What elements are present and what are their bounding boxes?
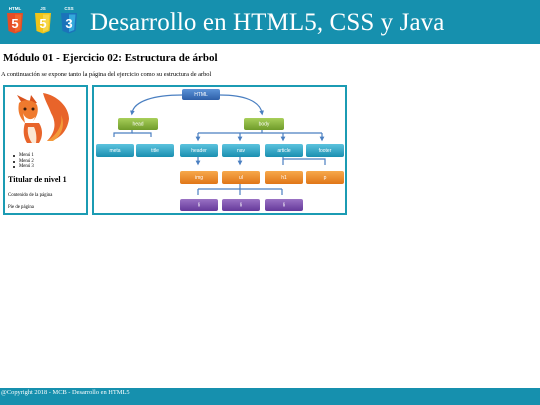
svg-text:head: head: [132, 121, 143, 127]
page-header: HTML 5 JS 5 CSS 3 Desarrollo en HTML5, C…: [0, 0, 540, 44]
svg-text:header: header: [191, 148, 207, 154]
tree-node-li-3: li: [265, 199, 303, 211]
tree-node-img: img: [180, 171, 218, 184]
page-preview-panel: Menú 1 Menú 2 Menú 3 Titular de nivel 1 …: [3, 85, 88, 215]
tree-node-title: title: [136, 144, 174, 157]
page-footer-text: Pie de página: [8, 205, 34, 210]
copyright-text: @Copyright 2018 - MCB - Desarrollo en HT…: [1, 389, 130, 396]
tree-node-article: article: [265, 144, 303, 157]
page-footer: @Copyright 2018 - MCB - Desarrollo en HT…: [0, 388, 540, 405]
tree-node-header: header: [180, 144, 218, 157]
tree-node-li-1: li: [180, 199, 218, 211]
css3-badge-number: 3: [65, 16, 72, 31]
svg-text:ul: ul: [239, 175, 243, 181]
svg-text:li: li: [283, 202, 285, 208]
tree-structure-panel: HTML head body meta title header nav art…: [92, 85, 347, 215]
svg-text:HTML: HTML: [194, 92, 208, 98]
tree-node-ul: ul: [222, 171, 260, 184]
svg-text:li: li: [240, 202, 242, 208]
svg-text:meta: meta: [109, 148, 120, 154]
tree-diagram: HTML head body meta title header nav art…: [96, 89, 344, 211]
html5-badge-number: 5: [11, 16, 18, 31]
html5-badge-icon: HTML 5: [5, 5, 25, 35]
page-content-text: Contenido de la página: [8, 193, 53, 198]
tree-node-html: HTML: [182, 89, 220, 100]
menu-item[interactable]: Menú 3: [13, 164, 34, 170]
svg-text:footer: footer: [319, 148, 332, 154]
tree-node-body: body: [244, 118, 284, 130]
svg-text:h1: h1: [281, 175, 287, 181]
js-badge-icon: JS 5: [33, 5, 53, 35]
svg-text:nav: nav: [237, 148, 246, 154]
js-badge-number: 5: [39, 16, 46, 31]
html5-badge-label: HTML: [9, 6, 22, 11]
svg-text:article: article: [277, 148, 291, 154]
level-1-heading: Titular de nivel 1: [8, 175, 67, 184]
svg-text:img: img: [195, 175, 203, 181]
page-title: Módulo 01 - Ejercicio 02: Estructura de …: [3, 52, 218, 64]
nav-menu: Menú 1 Menú 2 Menú 3: [13, 153, 34, 170]
tree-node-li-2: li: [222, 199, 260, 211]
svg-text:body: body: [259, 121, 270, 127]
tree-node-footer: footer: [306, 144, 344, 157]
intro-text: A continuación se expone tanto la página…: [1, 71, 212, 78]
svg-text:p: p: [324, 175, 327, 181]
js-badge-label: JS: [40, 6, 46, 11]
css3-badge-label: CSS: [64, 6, 73, 11]
svg-text:li: li: [198, 202, 200, 208]
tree-node-p: p: [306, 171, 344, 184]
tree-node-h1: h1: [265, 171, 303, 184]
tree-node-nav: nav: [222, 144, 260, 157]
firefox-fox-icon: [17, 93, 69, 143]
svg-text:title: title: [151, 148, 159, 154]
css3-badge-icon: CSS 3: [59, 5, 79, 35]
tree-node-meta: meta: [96, 144, 134, 157]
tree-node-head: head: [118, 118, 158, 130]
site-title: Desarrollo en HTML5, CSS y Java: [90, 9, 445, 36]
